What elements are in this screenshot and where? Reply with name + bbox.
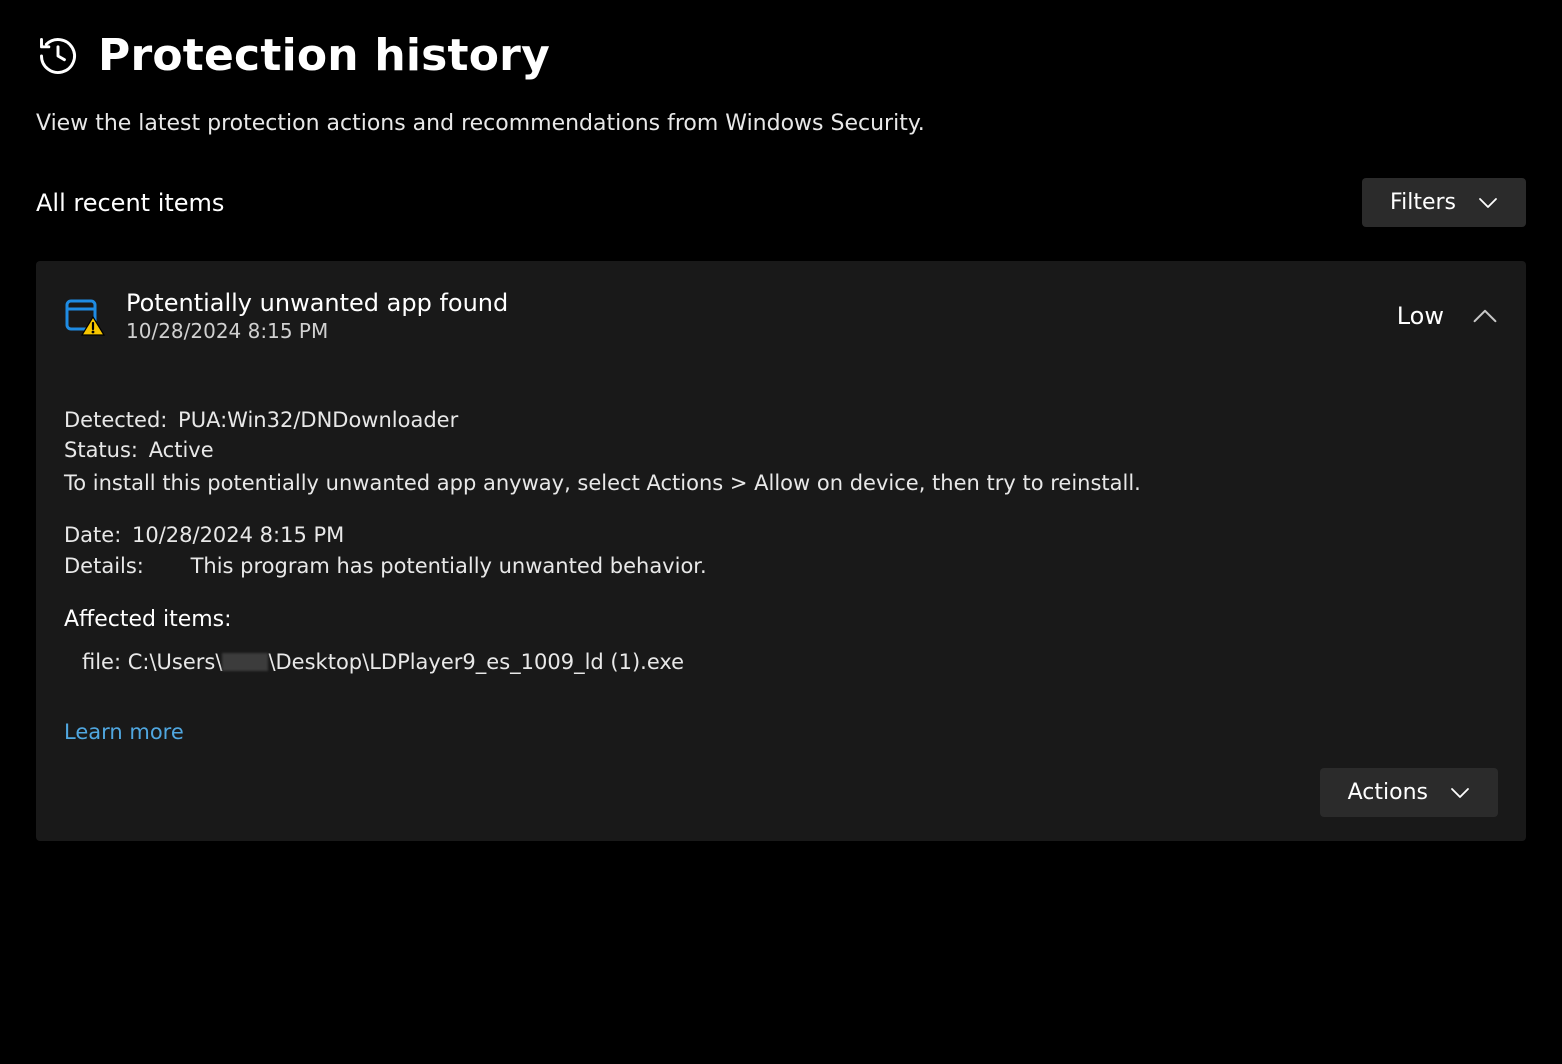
threat-card: Potentially unwanted app found 10/28/202… xyxy=(36,261,1526,841)
status-label: Status: xyxy=(64,438,138,462)
chevron-up-icon xyxy=(1472,308,1498,324)
affected-item: file: C:\Users\ \Desktop\LDPlayer9_es_100… xyxy=(82,650,1498,674)
status-value: Active xyxy=(149,438,214,462)
affected-path-suffix: \Desktop\LDPlayer9_es_1009_ld (1).exe xyxy=(268,650,684,674)
threat-title: Potentially unwanted app found xyxy=(126,289,1377,317)
redacted-username xyxy=(222,653,268,671)
recent-items-label: All recent items xyxy=(36,189,224,217)
actions-button-label: Actions xyxy=(1348,780,1428,805)
threat-instruction: To install this potentially unwanted app… xyxy=(64,468,1498,498)
page-title-row: Protection history xyxy=(36,30,1526,81)
history-icon xyxy=(36,34,80,78)
date-value: 10/28/2024 8:15 PM xyxy=(132,523,344,547)
learn-more-link[interactable]: Learn more xyxy=(64,720,184,744)
filters-button-label: Filters xyxy=(1390,190,1456,215)
date-label: Date: xyxy=(64,523,121,547)
threat-card-header[interactable]: Potentially unwanted app found 10/28/202… xyxy=(64,289,1498,343)
chevron-down-icon xyxy=(1478,196,1498,210)
threat-timestamp: 10/28/2024 8:15 PM xyxy=(126,319,1377,343)
threat-details: Detected: PUA:Win32/DNDownloader Status:… xyxy=(64,405,1498,744)
threat-severity: Low xyxy=(1397,302,1444,330)
list-header: All recent items Filters xyxy=(36,178,1526,227)
chevron-down-icon xyxy=(1450,786,1470,800)
page-subtitle: View the latest protection actions and r… xyxy=(36,111,1526,136)
filters-button[interactable]: Filters xyxy=(1362,178,1526,227)
page-title: Protection history xyxy=(98,30,550,81)
actions-button[interactable]: Actions xyxy=(1320,768,1498,817)
detected-value: PUA:Win32/DNDownloader xyxy=(178,408,458,432)
details-value: This program has potentially unwanted be… xyxy=(191,554,707,578)
affected-items-heading: Affected items: xyxy=(64,607,1498,632)
details-label: Details: xyxy=(64,554,144,578)
app-warning-icon xyxy=(64,295,106,337)
detected-label: Detected: xyxy=(64,408,167,432)
affected-path-prefix: file: C:\Users\ xyxy=(82,650,222,674)
